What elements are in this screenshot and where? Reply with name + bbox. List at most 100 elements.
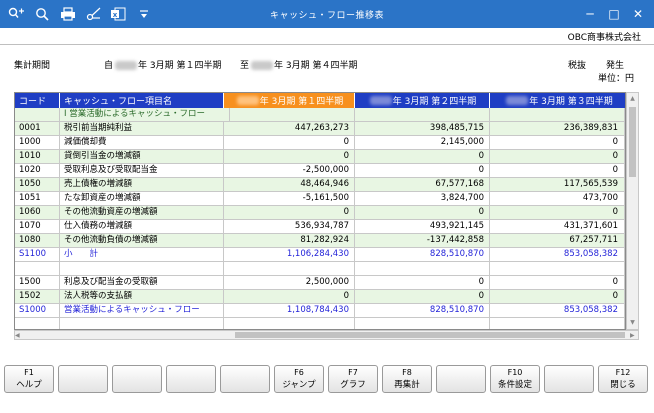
fkey-f10-button[interactable]: F10 条件設定 [490, 365, 540, 393]
cell-code [15, 108, 60, 121]
fkey-f6-button[interactable]: F6 ジャンプ [274, 365, 324, 393]
table-row[interactable]: 1500 利息及び配当金の受取額 2,500,000 0 0 [15, 276, 625, 290]
cell-q1: -2,500,000 [224, 164, 355, 177]
section-row[interactable]: Ⅰ 営業活動によるキャッシュ・フロー [15, 108, 625, 122]
fkey-f1-button[interactable]: F1 ヘルプ [4, 365, 54, 393]
col-header-q1-label: 年 3月期 第１四半期 [259, 97, 344, 107]
redacted-year [251, 61, 274, 70]
scroll-down-icon[interactable]: ▼ [629, 319, 636, 327]
cell-code: 1070 [15, 220, 60, 233]
col-header-name[interactable]: キャッシュ・フロー項目名 [60, 93, 224, 108]
cell-q1: 0 [224, 206, 355, 219]
cell-q1 [224, 318, 355, 329]
cell-name: Ⅰ 営業活動によるキャッシュ・フロー [60, 108, 230, 121]
cell-name: 受取利息及び受取配当金 [60, 164, 224, 177]
table-row[interactable]: 1010 貸倒引当金の増減額 0 0 0 [15, 150, 625, 164]
fkey-label: 閉じる [610, 380, 636, 390]
subtotal-row[interactable]: S1100 小 計 1,106,284,430 828,510,870 853,058,… [15, 248, 625, 262]
company-name: OBC商事株式会社 [567, 33, 641, 43]
fkey-empty-button[interactable] [166, 365, 216, 393]
redacted-year [506, 96, 529, 105]
cell-name: 減価償却費 [60, 136, 224, 149]
table-row[interactable]: 1050 売上債権の増減額 48,464,946 67,577,168 117,565,… [15, 178, 625, 192]
scroll-up-icon[interactable]: ▲ [629, 95, 636, 103]
close-button[interactable]: ✕ [628, 4, 648, 24]
cell-q3: 67,257,711 [490, 234, 625, 247]
horizontal-scrollbar[interactable]: ◀ ▶ [14, 330, 639, 340]
fkey-empty-button[interactable] [220, 365, 270, 393]
col-header-code[interactable]: コード [15, 93, 60, 108]
cell-q2: 3,824,700 [355, 192, 490, 205]
col-header-q3[interactable]: 年 3月期 第３四半期 [490, 93, 625, 108]
fkey-empty-button[interactable] [544, 365, 594, 393]
fkey-empty-button[interactable] [112, 365, 162, 393]
period-to-prefix: 至 [240, 61, 250, 71]
cell-name: たな卸資産の増減額 [60, 192, 224, 205]
cell-code: 1060 [15, 206, 60, 219]
col-header-q1[interactable]: 年 3月期 第１四半期 [224, 93, 355, 108]
cell-code: 1050 [15, 178, 60, 191]
table-row[interactable]: 1000 減価償却費 0 2,145,000 0 [15, 136, 625, 150]
cell-code: 1010 [15, 150, 60, 163]
table-row[interactable]: 1070 仕入債務の増減額 536,934,787 493,921,145 431,37… [15, 220, 625, 234]
table-row[interactable]: 1060 その他流動資産の増減額 0 0 0 [15, 206, 625, 220]
tax-method: 税抜 [568, 61, 587, 71]
cell-name: 小 計 [60, 248, 224, 261]
table-row[interactable] [15, 318, 625, 329]
cell-q3: 0 [490, 150, 625, 163]
vertical-scroll-thumb[interactable] [629, 107, 636, 177]
table-row[interactable]: 1080 その他流動負債の増減額 81,282,924 -137,442,858 67,… [15, 234, 625, 248]
cell-q3: 0 [490, 276, 625, 289]
table-row[interactable]: 1051 たな卸資産の増減額 -5,161,500 3,824,700 473,700 [15, 192, 625, 206]
fkey-empty-button[interactable] [436, 365, 486, 393]
cell-q1: 536,934,787 [224, 220, 355, 233]
cell-q1 [224, 108, 355, 121]
col-header-q2[interactable]: 年 3月期 第２四半期 [355, 93, 490, 108]
fkey-f12-button[interactable]: F12 閉じる [598, 365, 648, 393]
cell-name: 利息及び配当金の受取額 [60, 276, 224, 289]
table-row[interactable]: 1502 法人税等の支払額 0 0 0 [15, 290, 625, 304]
cell-q2 [355, 108, 490, 121]
minimize-button[interactable]: ─ [580, 4, 600, 24]
cell-code: 1500 [15, 276, 60, 289]
cell-code: S1000 [15, 304, 60, 317]
redacted-year [369, 96, 392, 105]
cell-name: 法人税等の支払額 [60, 290, 224, 303]
fkey-number: F8 [402, 368, 412, 377]
scroll-left-icon[interactable]: ◀ [15, 332, 23, 339]
cell-q3: 0 [490, 164, 625, 177]
redacted-year [236, 96, 259, 105]
maximize-button[interactable]: □ [604, 4, 624, 24]
vertical-scrollbar[interactable]: ▲ ▼ [626, 92, 639, 330]
table-row[interactable]: 1020 受取利息及び受取配当金 -2,500,000 0 0 [15, 164, 625, 178]
cell-q1: 0 [224, 290, 355, 303]
table-row[interactable] [15, 262, 625, 276]
cell-q3: 236,389,831 [490, 122, 625, 135]
cell-q3 [490, 108, 625, 121]
fkey-empty-button[interactable] [58, 365, 108, 393]
cell-name [60, 262, 224, 275]
cell-name: 貸倒引当金の増減額 [60, 150, 224, 163]
fkey-f7-button[interactable]: F7 グラフ [328, 365, 378, 393]
cell-q3: 0 [490, 290, 625, 303]
table-row[interactable]: 0001 税引前当期純利益 447,263,273 398,485,715 236,38… [15, 122, 625, 136]
cell-q2: 67,577,168 [355, 178, 490, 191]
cell-q3: 0 [490, 206, 625, 219]
cell-q2: 0 [355, 150, 490, 163]
fkey-label: グラフ [340, 380, 366, 390]
cell-q3: 117,565,539 [490, 178, 625, 191]
cell-code: 0001 [15, 122, 60, 135]
scroll-right-icon[interactable]: ▶ [630, 332, 638, 339]
cell-code: 1020 [15, 164, 60, 177]
cell-name: 売上債権の増減額 [60, 178, 224, 191]
fkey-f8-button[interactable]: F8 再集計 [382, 365, 432, 393]
subtotal-row[interactable]: S1000 営業活動によるキャッシュ・フロー 1,108,784,430 828,51… [15, 304, 625, 318]
cell-q3: 853,058,382 [490, 248, 625, 261]
fkey-number: F6 [294, 368, 304, 377]
cashflow-table[interactable]: コード キャッシュ・フロー項目名 年 3月期 第１四半期 年 3月期 第２四半期… [14, 92, 626, 330]
cell-code [15, 318, 60, 329]
cell-q3 [490, 318, 625, 329]
period-from-term: 3月期 第１四半期 [149, 61, 222, 71]
cell-q1: 48,464,946 [224, 178, 355, 191]
horizontal-scroll-thumb[interactable] [235, 332, 625, 338]
